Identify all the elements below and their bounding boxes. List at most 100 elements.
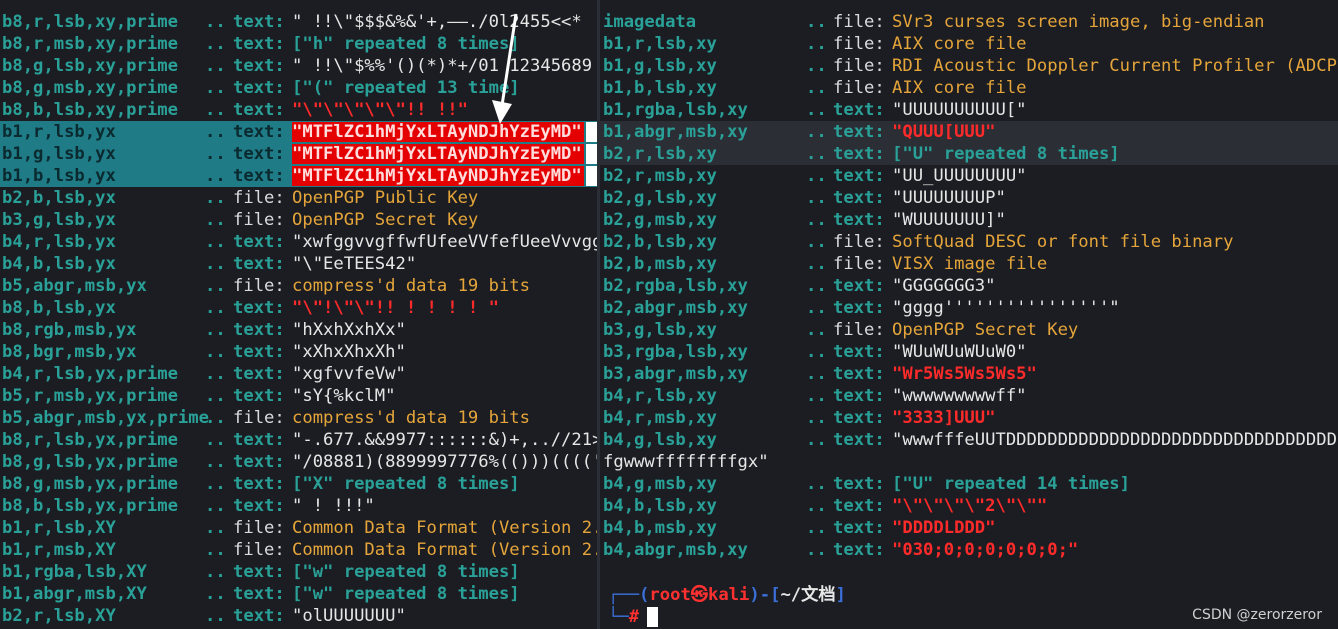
separator-dots: .. xyxy=(806,364,827,384)
channel-label: b3,rgba,lsb,xy xyxy=(603,342,748,362)
result-value-wrap: Common Data Format (Version 2. xyxy=(292,517,597,539)
output-line: b1,r,lsb,yx.. text: "MTFlZC1hMjYxLTAyNDJhY… xyxy=(0,121,597,143)
result-value: AIX core file xyxy=(892,78,1027,98)
result-value: Common Data Format (Version 2. xyxy=(292,540,597,560)
output-line: b1,abgr,msb,xy.. text: "QUUU[UUU" xyxy=(600,121,1338,143)
channel-label: b8,g,lsb,xy,prime xyxy=(2,56,178,76)
channel-label: b4,b,lsb,yx xyxy=(2,254,116,274)
result-type: text: xyxy=(233,430,285,450)
selection-cursor xyxy=(585,144,597,164)
right-output-lines: imagedata.. file: SVr3 curses screen image… xyxy=(600,11,1338,561)
separator-dots: .. xyxy=(806,34,827,54)
result-value-wrap: compress'd data 19 bits xyxy=(292,407,530,429)
result-value: "WUUUUUUU]" xyxy=(892,210,1006,230)
result-value-wrap: "UU_UUUUUUUU" xyxy=(892,165,1027,187)
channel-label: b2,b,msb,xy xyxy=(603,254,717,274)
result-type: text: xyxy=(233,452,285,472)
separator-dots: .. xyxy=(205,584,226,604)
result-value: VISX image file xyxy=(892,254,1048,274)
result-type: text: xyxy=(833,496,885,516)
separator-dots: .. xyxy=(205,386,226,406)
result-value: ["X" repeated 8 times] xyxy=(292,474,520,494)
result-value-wrap: ["(" repeated 13 time] xyxy=(292,77,520,99)
text-cursor[interactable] xyxy=(647,607,659,627)
separator-dots: .. xyxy=(205,474,226,494)
result-type: text: xyxy=(233,562,285,582)
separator-dots: .. xyxy=(806,100,827,120)
result-value: "\"EeTEES42" xyxy=(292,254,417,274)
output-line: b2,r,lsb,XY.. text: "olUUUUUUU" xyxy=(0,605,597,627)
output-line: b2,b,msb,xy.. file: VISX image file xyxy=(600,253,1338,275)
result-type: text: xyxy=(233,144,285,164)
result-value-wrap: "wwwfffeUUTDDDDDDDDDDDDDDDDDDDDDDDDDDDDD… xyxy=(892,429,1338,451)
left-terminal-pane[interactable]: b8,r,lsb,xy,prime.. text: " !!\"$$$&%&'+,—… xyxy=(0,0,597,629)
result-type: file: xyxy=(233,518,285,538)
result-value: SoftQuad DESC or font file binary xyxy=(892,232,1234,252)
output-line: b3,g,lsb,xy.. file: OpenPGP Secret Key xyxy=(600,319,1338,341)
channel-label: b1,b,lsb,yx xyxy=(2,166,116,186)
result-value-wrap: Common Data Format (Version 2. xyxy=(292,539,597,561)
result-value: "xwfggvvgffwfUfeeVVfefUeeVvvgg xyxy=(292,232,597,252)
result-value: " ! !!!" xyxy=(292,496,375,516)
prompt-line-2[interactable]: └─# xyxy=(608,606,659,628)
channel-label: b2,r,lsb,xy xyxy=(603,144,717,164)
result-value-wrap: "UUUUUUUUP" xyxy=(892,187,1006,209)
result-value-wrap: "DDDDLDDD" xyxy=(892,517,995,539)
result-value: "\"!\"\"!! ! ! ! ! " xyxy=(292,298,499,318)
result-value: ["(" repeated 13 time] xyxy=(292,78,520,98)
output-line: b2,b,lsb,yx.. file: OpenPGP Public Key xyxy=(0,187,597,209)
channel-label: b8,rgb,msb,yx xyxy=(2,320,137,340)
output-line: b2,r,lsb,xy.. text: ["U" repeated 8 times] xyxy=(600,143,1338,165)
channel-label: b3,g,lsb,yx xyxy=(2,210,116,230)
channel-label: b4,r,lsb,xy xyxy=(603,386,717,406)
output-line: b1,r,msb,XY.. file: Common Data Format (Ve… xyxy=(0,539,597,561)
result-value-wrap: "WUUUUUUU]" xyxy=(892,209,1006,231)
channel-label: b4,b,lsb,xy xyxy=(603,496,717,516)
output-line: b1,g,lsb,xy.. file: RDI Acoustic Doppler C… xyxy=(600,55,1338,77)
result-type: text: xyxy=(833,408,885,428)
separator-dots: .. xyxy=(205,562,226,582)
channel-label: b1,r,lsb,yx xyxy=(2,122,116,142)
result-value-wrap: VISX image file xyxy=(892,253,1047,275)
output-line: b8,b,lsb,yx.. text: "\"!\"\"!! ! ! ! ! " xyxy=(0,297,597,319)
separator-dots: .. xyxy=(205,34,226,54)
output-line: b3,g,lsb,yx.. file: OpenPGP Secret Key xyxy=(0,209,597,231)
result-value-wrap: "xgfvvfeVw" xyxy=(292,363,406,385)
result-type: text: xyxy=(833,342,885,362)
separator-dots: .. xyxy=(806,210,827,230)
prompt-path: ~/文档 xyxy=(780,585,836,605)
output-line: b2,r,msb,xy.. text: "UU_UUUUUUUU" xyxy=(600,165,1338,187)
separator-dots: .. xyxy=(205,518,226,538)
result-value-wrap: "WUuWUuWUuW0" xyxy=(892,341,1027,363)
channel-label: b3,g,lsb,xy xyxy=(603,320,717,340)
separator-dots: .. xyxy=(806,144,827,164)
result-value-wrap: SoftQuad DESC or font file binary xyxy=(892,231,1233,253)
right-terminal-pane[interactable]: imagedata.. file: SVr3 curses screen image… xyxy=(600,0,1338,629)
channel-label: b2,g,lsb,xy xyxy=(603,188,717,208)
result-type: text: xyxy=(833,540,885,560)
result-type: text: xyxy=(833,276,885,296)
result-value-wrap: " !!\"$%%'()(*)*+/01 12345689 xyxy=(292,55,592,77)
channel-label: b1,rgba,lsb,XY xyxy=(2,562,147,582)
result-type: file: xyxy=(833,254,885,274)
result-type: text: xyxy=(833,210,885,230)
separator-dots: .. xyxy=(205,210,226,230)
result-value-wrap: " !!\"$$$&%&'+,——./0l2455<<* xyxy=(292,11,582,33)
output-line: b8,r,lsb,xy,prime.. text: " !!\"$$$&%&'+,—… xyxy=(0,11,597,33)
result-type: text: xyxy=(233,474,285,494)
result-value-wrap: "wwwwwwwwwff" xyxy=(892,385,1027,407)
output-line: b1,abgr,msb,XY.. text: ["w" repeated 8 tim… xyxy=(0,583,597,605)
output-line: b4,r,msb,xy.. text: "3333]UUU" xyxy=(600,407,1338,429)
result-value: "wwwwwwwwwff" xyxy=(892,386,1027,406)
output-line: b5,abgr,msb,yx.. file: compress'd data 19 … xyxy=(0,275,597,297)
result-type: text: xyxy=(233,100,285,120)
result-value: Common Data Format (Version 2. xyxy=(292,518,597,538)
output-line: b1,rgba,lsb,xy.. text: "UUUUUUUUUU[" xyxy=(600,99,1338,121)
channel-label: b1,abgr,msb,xy xyxy=(603,122,748,142)
channel-label: b3,abgr,msb,xy xyxy=(603,364,748,384)
output-line: b2,g,msb,xy.. text: "WUUUUUUU]" xyxy=(600,209,1338,231)
output-line: b3,abgr,msb,xy.. text: "Wr5Ws5Ws5Ws5" xyxy=(600,363,1338,385)
result-value-wrap: SVr3 curses screen image, big-endian xyxy=(892,11,1265,33)
channel-label: b4,r,lsb,yx,prime xyxy=(2,364,178,384)
channel-label: b8,r,lsb,xy,prime xyxy=(2,12,178,32)
